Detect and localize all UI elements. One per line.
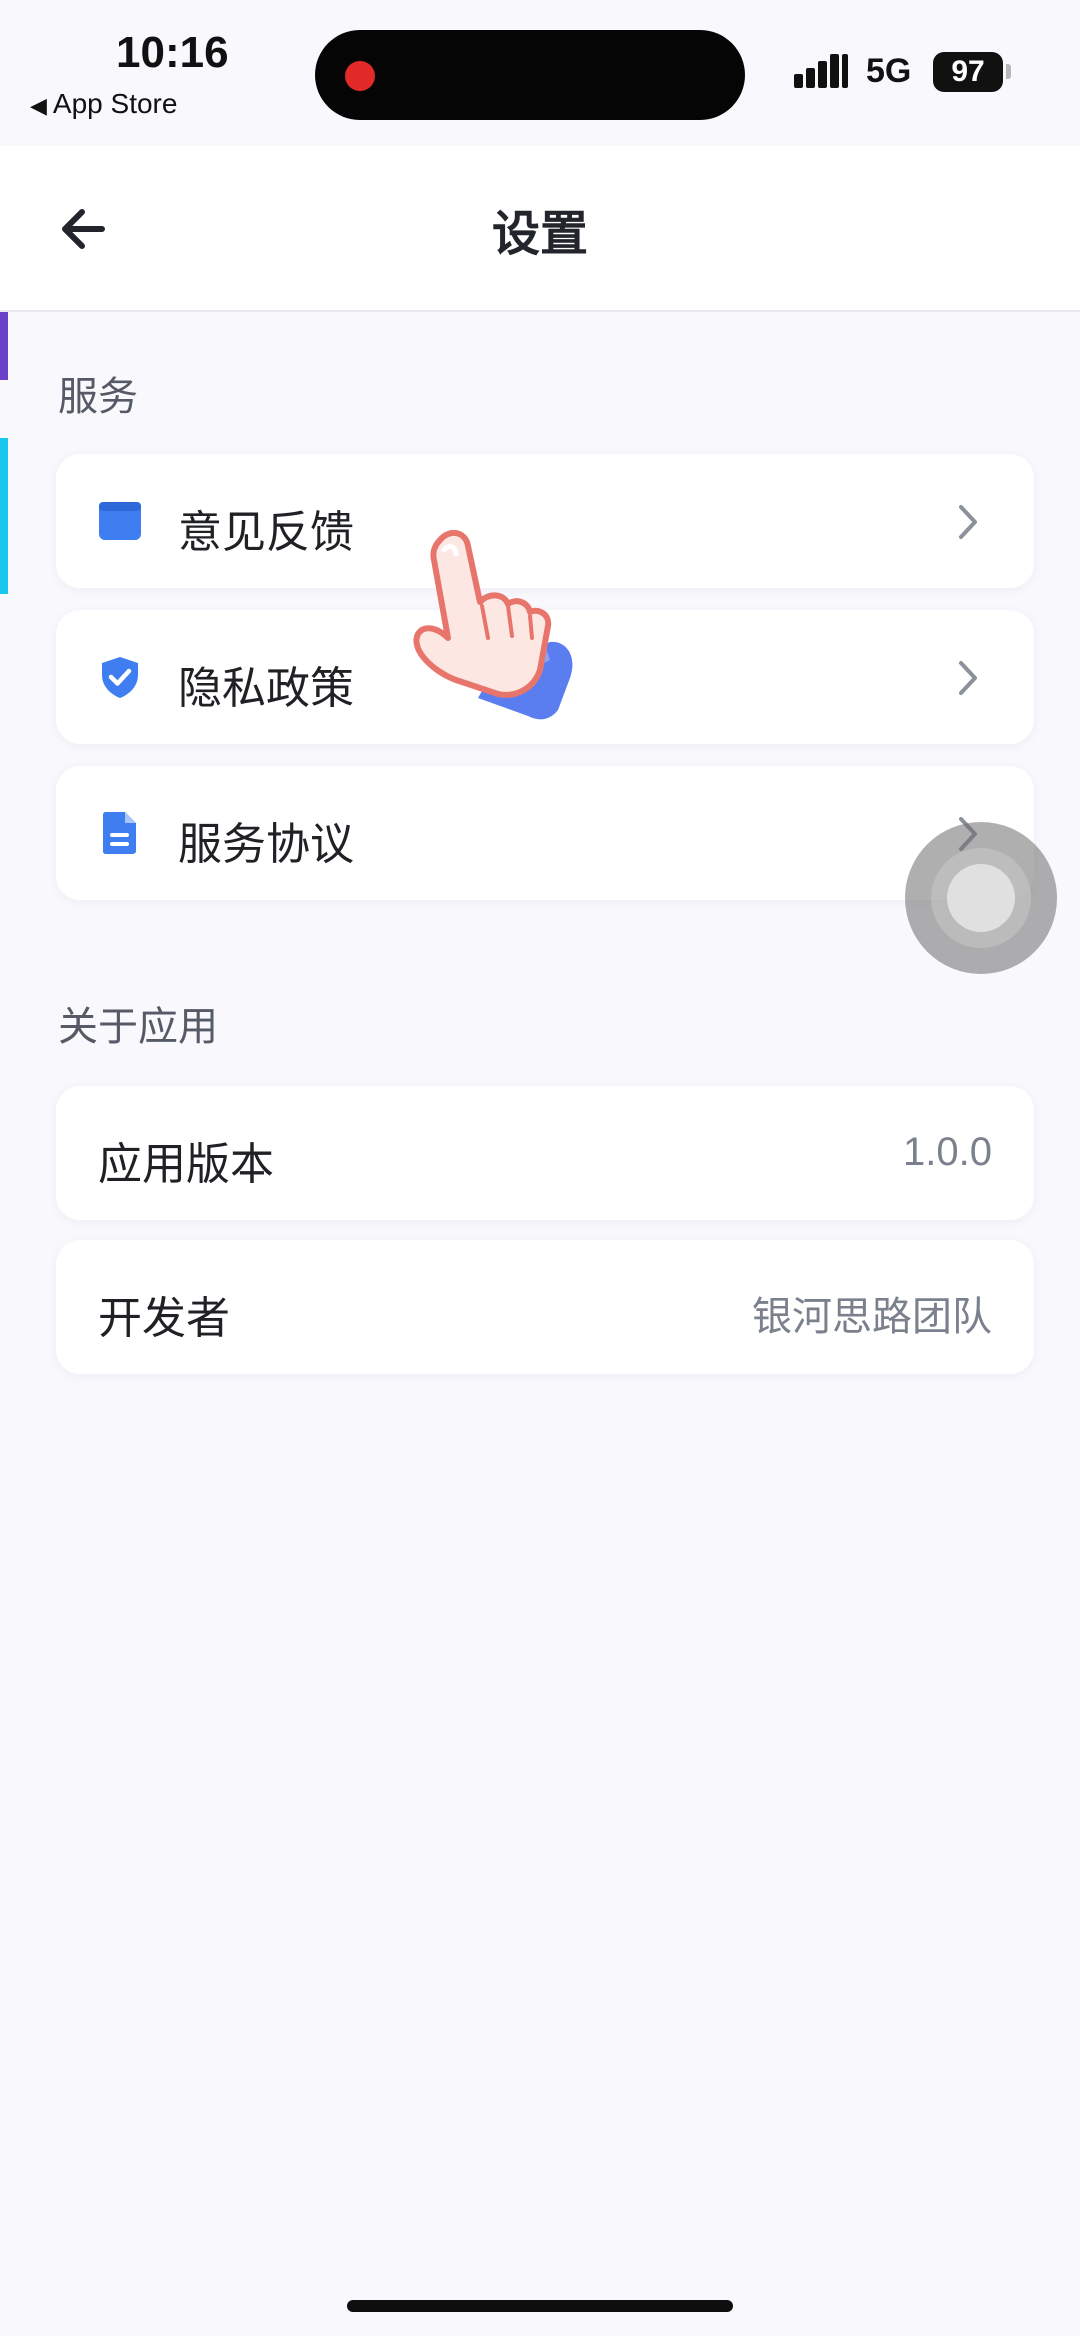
row-label: 服务协议 [178, 819, 354, 870]
row-label: 隐私政策 [178, 663, 354, 714]
background-app-peek [0, 438, 8, 594]
status-bar: 10:16 ◀ App Store 5G 97 [0, 0, 1080, 146]
section-title-about: 关于应用 [58, 1004, 218, 1050]
status-time: 10:16 [116, 28, 229, 77]
assistive-touch-core [947, 864, 1015, 932]
dynamic-island [315, 30, 745, 120]
home-indicator[interactable] [347, 2300, 733, 2312]
battery-tip [1006, 64, 1011, 79]
network-type: 5G [866, 52, 912, 90]
pointing-hand-icon [413, 529, 573, 720]
back-app-label: App Store [52, 88, 178, 119]
section-title-services: 服务 [58, 374, 138, 420]
app-version-value: 1.0.0 [903, 1130, 992, 1174]
settings-row-service-agreement[interactable]: 服务协议 [56, 766, 1034, 900]
shield-check-icon [102, 657, 138, 698]
recording-indicator-icon [345, 61, 375, 91]
developer-value: 银河思路团队 [752, 1294, 992, 1340]
chevron-right-icon [959, 505, 977, 539]
assistive-touch-button[interactable] [905, 822, 1057, 974]
settings-row-app-version: 应用版本 1.0.0 [56, 1086, 1034, 1220]
chevron-right-icon [959, 661, 977, 695]
back-to-app-link[interactable]: ◀ App Store [30, 88, 177, 120]
row-label: 应用版本 [98, 1139, 274, 1190]
settings-row-developer: 开发者 银河思路团队 [56, 1240, 1034, 1374]
back-triangle-icon: ◀ [30, 93, 47, 118]
feedback-window-icon [99, 502, 141, 540]
document-icon [103, 812, 136, 854]
navigation-bar: 设置 [0, 146, 1080, 312]
page-title: 设置 [491, 206, 588, 262]
signal-strength-icon [794, 52, 850, 88]
row-label: 开发者 [98, 1293, 230, 1344]
row-label: 意见反馈 [178, 507, 354, 558]
battery-level: 97 [951, 55, 985, 88]
battery-icon: 97 [933, 52, 1003, 92]
